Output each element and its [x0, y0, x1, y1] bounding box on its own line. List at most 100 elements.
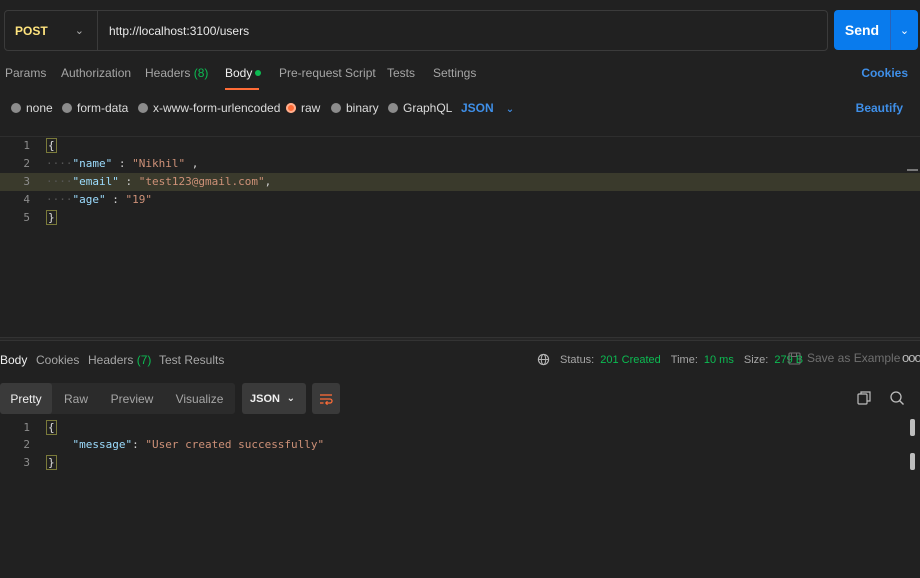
radio-form-data[interactable]: form-data [62, 101, 128, 115]
code-text: { [46, 137, 57, 155]
save-icon [788, 351, 801, 365]
open-brace: { [46, 138, 57, 153]
json-key: "name" [72, 157, 113, 170]
radio-label: x-www-form-urlencoded [153, 101, 281, 115]
radio-graphql[interactable]: GraphQL [388, 101, 452, 115]
wrap-lines-button[interactable] [312, 383, 340, 414]
json-trail: , [264, 175, 272, 188]
line-number: 3 [23, 175, 30, 188]
response-status: Status: 201 Created Time: 10 ms Size: 27… [537, 353, 803, 366]
code-text: ····"email" : "test123@gmail.com", [46, 173, 271, 191]
tab-headers-label: Headers [145, 66, 191, 80]
code-text: } [46, 454, 57, 472]
copy-icon[interactable] [856, 390, 872, 406]
globe-icon[interactable] [537, 353, 550, 366]
tab-body[interactable]: Body [225, 66, 262, 80]
response-tab-headers[interactable]: Headers (7) [88, 353, 151, 367]
code-line: 3 } [0, 454, 920, 472]
send-label: Send [844, 22, 880, 38]
code-line: 1 { [0, 137, 920, 155]
response-format-select[interactable]: JSON ⌄ [242, 383, 306, 414]
size-label: Size: [743, 353, 769, 366]
more-options-icon[interactable]: ooo [902, 350, 920, 365]
radio-icon [331, 103, 341, 113]
search-icon[interactable] [889, 390, 905, 406]
tab-tests[interactable]: Tests [387, 66, 415, 80]
view-mode-raw[interactable]: Raw [52, 383, 100, 414]
radio-none[interactable]: none [11, 101, 53, 115]
indent-guide: ···· [46, 193, 73, 206]
send-button[interactable]: Send ⌄ [834, 10, 918, 50]
response-tab-test-results[interactable]: Test Results [159, 353, 224, 367]
code-line: 2 ····"name" : "Nikhil" , [0, 155, 920, 173]
response-toolbar: Pretty Raw Preview Visualize JSON ⌄ [0, 383, 920, 414]
response-tab-cookies[interactable]: Cookies [36, 353, 79, 367]
radio-x-www-form-urlencoded[interactable]: x-www-form-urlencoded [138, 101, 280, 115]
tab-pre-request-script[interactable]: Pre-request Script [279, 66, 376, 80]
time-label: Time: [670, 353, 698, 366]
code-line: 5 } [0, 209, 920, 227]
request-bar: POST ⌄ http://localhost:3100/users [4, 10, 828, 51]
code-line: 2 "message": "User created successfully" [0, 436, 920, 454]
response-tab-headers-label: Headers [88, 353, 134, 367]
radio-label: form-data [77, 101, 129, 115]
line-number: 3 [23, 456, 30, 469]
scrollbar-thumb[interactable] [910, 453, 915, 470]
code-line: 1 { [0, 419, 920, 437]
method-select[interactable]: POST ⌄ [5, 11, 98, 50]
line-number: 4 [23, 193, 30, 206]
beautify-button[interactable]: Beautify [856, 101, 903, 115]
radio-binary[interactable]: binary [331, 101, 379, 115]
status-label: Status: [560, 353, 595, 366]
tab-params[interactable]: Params [5, 66, 46, 80]
wrap-lines-icon [320, 393, 333, 405]
response-body-viewer[interactable]: 1 { 2 "message": "User created successfu… [0, 419, 920, 479]
save-as-example-button[interactable]: Save as Example [788, 351, 900, 365]
time-value: 10 ms [703, 353, 734, 366]
view-mode-pretty[interactable]: Pretty [0, 383, 52, 414]
raw-format-select[interactable]: JSON ⌄ [461, 101, 514, 115]
json-value: "test123@gmail.com" [138, 175, 265, 188]
cookies-link[interactable]: Cookies [861, 66, 908, 80]
tab-headers[interactable]: Headers (8) [145, 66, 208, 80]
body-type-options: none form-data x-www-form-urlencoded raw… [0, 101, 920, 117]
view-mode-visualize[interactable]: Visualize [164, 383, 235, 414]
json-separator: : [105, 193, 126, 206]
close-brace: } [46, 210, 57, 225]
json-trail: , [185, 157, 199, 170]
view-mode-preview[interactable]: Preview [100, 383, 164, 414]
code-text: ····"age" : "19" [46, 191, 152, 209]
radio-raw[interactable]: raw [286, 101, 320, 115]
response-tab-headers-count: (7) [136, 353, 152, 367]
response-tab-body[interactable]: Body [0, 353, 27, 367]
chevron-down-icon: ⌄ [74, 25, 84, 37]
line-number: 5 [23, 211, 30, 224]
radio-label: none [26, 101, 53, 115]
code-line-highlighted: 3 ····"email" : "test123@gmail.com", [0, 173, 920, 191]
request-body-editor[interactable]: 1 { 2 ····"name" : "Nikhil" , 3 ····"ema… [0, 136, 920, 336]
json-separator: : [112, 157, 133, 170]
tab-settings[interactable]: Settings [433, 66, 476, 80]
method-label: POST [15, 23, 48, 38]
radio-label: binary [346, 101, 379, 115]
close-brace: } [46, 455, 57, 470]
code-text: { [46, 419, 57, 437]
url-input[interactable]: http://localhost:3100/users [98, 24, 249, 38]
code-line: 4 ····"age" : "19" [0, 191, 920, 209]
chevron-down-icon[interactable]: ⌄ [891, 24, 918, 37]
tab-body-label: Body [225, 66, 253, 80]
raw-format-label: JSON [461, 101, 494, 115]
line-number: 2 [23, 438, 30, 451]
radio-icon [388, 103, 398, 113]
tab-authorization[interactable]: Authorization [61, 66, 131, 80]
code-text: ····"name" : "Nikhil" , [46, 155, 198, 173]
line-number: 1 [23, 421, 30, 434]
modified-dot-icon [255, 70, 262, 76]
radio-icon [62, 103, 72, 113]
json-separator: : [118, 175, 139, 188]
response-format-label: JSON [250, 392, 280, 405]
json-value: "User created successfully" [145, 438, 325, 451]
pane-resize-handle[interactable] [0, 337, 920, 341]
scrollbar-thumb[interactable] [910, 419, 915, 436]
json-value: "19" [125, 193, 153, 206]
